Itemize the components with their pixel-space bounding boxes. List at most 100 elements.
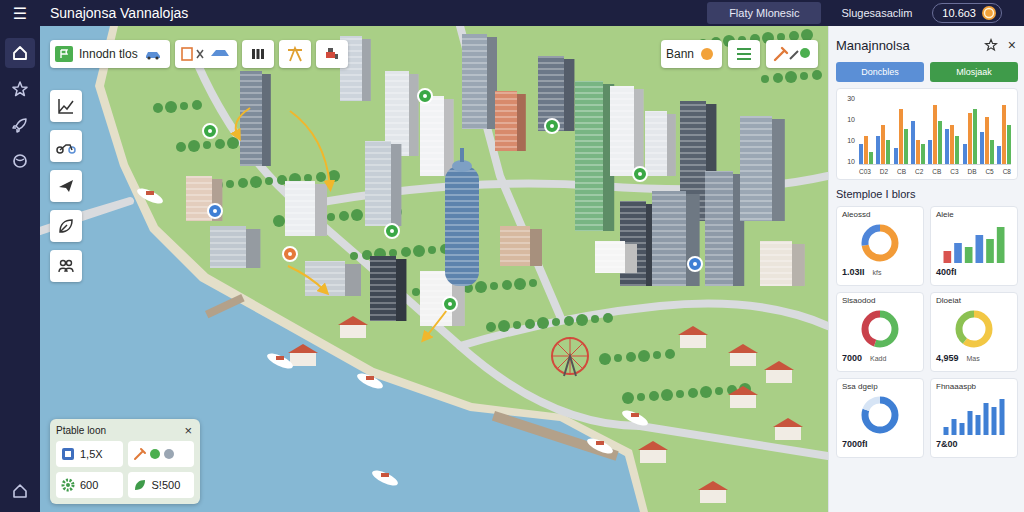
tools-button[interactable] bbox=[766, 40, 818, 68]
bar[interactable] bbox=[968, 113, 972, 164]
menu-button[interactable]: ☰ bbox=[0, 0, 40, 26]
map-pin[interactable] bbox=[208, 204, 222, 218]
boat[interactable] bbox=[135, 186, 165, 207]
building[interactable] bbox=[210, 226, 260, 268]
sidebar-item[interactable] bbox=[5, 146, 35, 176]
top-tab[interactable]: Flaty Mlonesic bbox=[707, 2, 821, 24]
map-pin[interactable] bbox=[545, 119, 559, 133]
building[interactable] bbox=[462, 34, 497, 129]
sidebar-item[interactable] bbox=[5, 74, 35, 104]
building[interactable] bbox=[595, 241, 637, 273]
stat-card[interactable]: Dloeiat 4,959 Mas bbox=[930, 292, 1018, 372]
toolbar-label-chip[interactable]: Innodn tlos bbox=[50, 40, 170, 68]
house[interactable] bbox=[728, 344, 758, 366]
building[interactable] bbox=[370, 256, 406, 321]
bar[interactable] bbox=[950, 125, 954, 164]
house[interactable] bbox=[638, 441, 668, 463]
bar[interactable] bbox=[911, 121, 915, 164]
map-pin[interactable] bbox=[203, 124, 217, 138]
bar[interactable] bbox=[876, 136, 880, 164]
house[interactable] bbox=[698, 481, 728, 503]
building[interactable] bbox=[240, 71, 271, 166]
house[interactable] bbox=[678, 326, 708, 348]
parks-tool[interactable] bbox=[50, 210, 82, 242]
bar[interactable] bbox=[881, 125, 885, 164]
list-button[interactable] bbox=[728, 40, 760, 68]
bar[interactable] bbox=[1007, 125, 1011, 164]
bar[interactable] bbox=[955, 136, 959, 164]
boat[interactable] bbox=[355, 371, 385, 392]
close-button[interactable]: × bbox=[182, 424, 194, 437]
house[interactable] bbox=[338, 316, 368, 338]
bar[interactable] bbox=[990, 140, 994, 164]
building[interactable] bbox=[500, 226, 542, 266]
building[interactable] bbox=[365, 141, 401, 226]
zoning-button[interactable] bbox=[175, 40, 237, 68]
bar[interactable] bbox=[938, 121, 942, 164]
bar[interactable] bbox=[886, 140, 890, 164]
map-pin[interactable] bbox=[443, 297, 457, 311]
bar[interactable] bbox=[921, 144, 925, 164]
bulldoze-button[interactable] bbox=[316, 40, 348, 68]
boat[interactable] bbox=[585, 436, 615, 457]
map-pin[interactable] bbox=[385, 224, 399, 238]
stats-tool[interactable] bbox=[50, 90, 82, 122]
stat-chip[interactable]: 600 bbox=[56, 472, 123, 498]
bar[interactable] bbox=[985, 117, 989, 164]
stat-chip[interactable]: S!500 bbox=[128, 472, 195, 498]
panel-button[interactable]: Doncbles bbox=[836, 62, 924, 82]
tool-chip[interactable] bbox=[128, 441, 195, 467]
stat-card[interactable]: Aleie 400fI bbox=[930, 206, 1018, 286]
boat[interactable] bbox=[620, 408, 650, 429]
pin-icon[interactable] bbox=[984, 38, 998, 52]
house[interactable] bbox=[764, 361, 794, 383]
close-button[interactable]: × bbox=[1006, 38, 1018, 52]
building[interactable] bbox=[620, 201, 656, 286]
bar[interactable] bbox=[973, 109, 977, 164]
bar[interactable] bbox=[864, 136, 868, 164]
boat[interactable] bbox=[370, 468, 400, 489]
stat-card[interactable]: Slsaodod 7000 Kadd bbox=[836, 292, 924, 372]
map-pin[interactable] bbox=[633, 167, 647, 181]
building[interactable] bbox=[705, 171, 744, 286]
house[interactable] bbox=[728, 386, 758, 408]
building[interactable] bbox=[575, 81, 614, 231]
bar[interactable] bbox=[869, 152, 873, 164]
building[interactable] bbox=[305, 261, 361, 296]
map-pin[interactable] bbox=[283, 247, 297, 261]
bar[interactable] bbox=[859, 144, 863, 164]
building[interactable] bbox=[740, 116, 785, 221]
stat-card[interactable]: Ssa dgeip 7000fI bbox=[836, 378, 924, 458]
sidebar-item[interactable] bbox=[5, 110, 35, 140]
airport-tool[interactable] bbox=[50, 170, 82, 202]
crane-button[interactable] bbox=[279, 40, 311, 68]
stat-chip[interactable]: 1,5X bbox=[56, 441, 123, 467]
sidebar-footer-item[interactable] bbox=[5, 476, 35, 506]
columns-button[interactable] bbox=[242, 40, 274, 68]
map-pin[interactable] bbox=[418, 89, 432, 103]
map-action-button[interactable]: Bann bbox=[661, 40, 722, 68]
building[interactable] bbox=[186, 176, 222, 221]
house[interactable] bbox=[288, 344, 318, 366]
bar[interactable] bbox=[899, 109, 903, 164]
boat[interactable] bbox=[265, 351, 295, 372]
building[interactable] bbox=[285, 181, 327, 236]
sidebar-item[interactable] bbox=[5, 38, 35, 68]
map-pin[interactable] bbox=[688, 257, 702, 271]
round-tower[interactable] bbox=[445, 148, 479, 286]
bar[interactable] bbox=[980, 132, 984, 164]
bar[interactable] bbox=[945, 129, 949, 164]
bar[interactable] bbox=[916, 140, 920, 164]
building[interactable] bbox=[645, 111, 676, 176]
bar[interactable] bbox=[1002, 105, 1006, 164]
building[interactable] bbox=[495, 91, 526, 151]
bar[interactable] bbox=[997, 146, 1001, 164]
bar[interactable] bbox=[963, 144, 967, 164]
ferris-wheel[interactable] bbox=[552, 338, 588, 376]
bar[interactable] bbox=[928, 140, 932, 164]
bar[interactable] bbox=[894, 148, 898, 164]
map-view[interactable]: Innodn tlos Bann Ptable loon × 1,5X 600 … bbox=[40, 26, 828, 512]
transport-tool[interactable] bbox=[50, 130, 82, 162]
building[interactable] bbox=[760, 241, 805, 286]
bar[interactable] bbox=[904, 129, 908, 164]
